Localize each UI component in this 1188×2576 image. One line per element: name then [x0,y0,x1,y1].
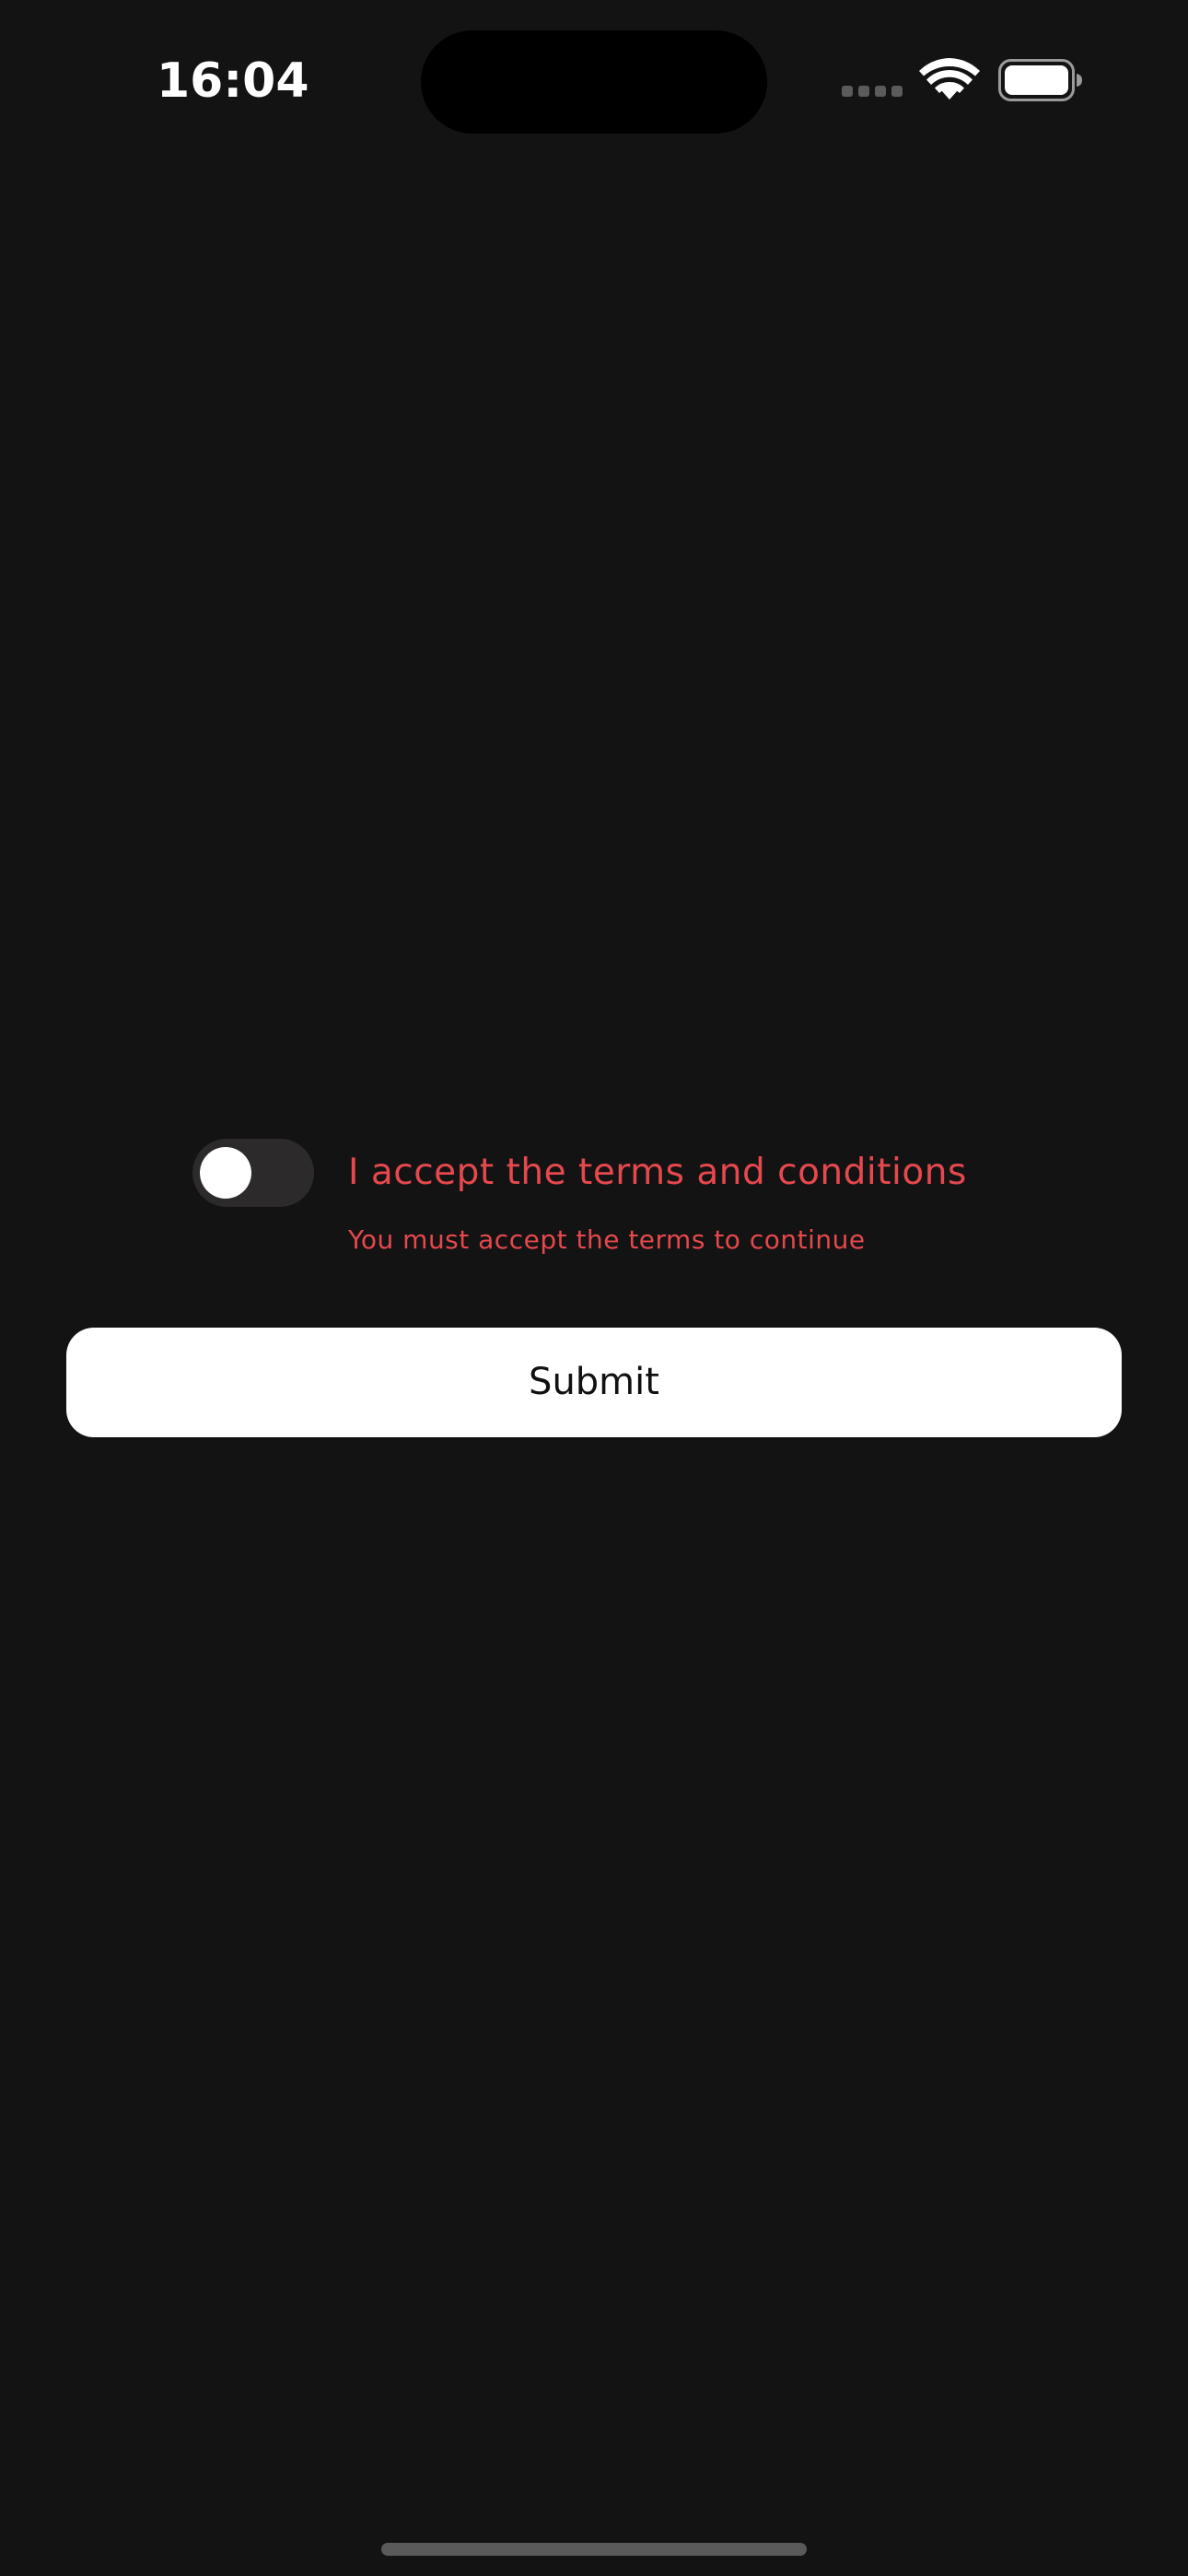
dynamic-island [421,30,767,134]
submit-button[interactable]: Submit [66,1328,1122,1437]
home-indicator [381,2543,807,2556]
toggle-knob [200,1147,251,1199]
terms-error-message: You must accept the terms to continue [348,1224,866,1255]
terms-label: I accept the terms and conditions [348,1152,967,1193]
battery-full-icon [998,59,1082,101]
terms-consent-row: I accept the terms and conditions [192,1139,1021,1207]
terms-toggle[interactable] [192,1139,314,1207]
cellular-signal-icon [842,86,904,99]
wifi-icon [919,58,980,100]
status-time: 16:04 [157,53,309,109]
screen: 16:04 I accept the terms and conditions … [0,0,1188,2576]
